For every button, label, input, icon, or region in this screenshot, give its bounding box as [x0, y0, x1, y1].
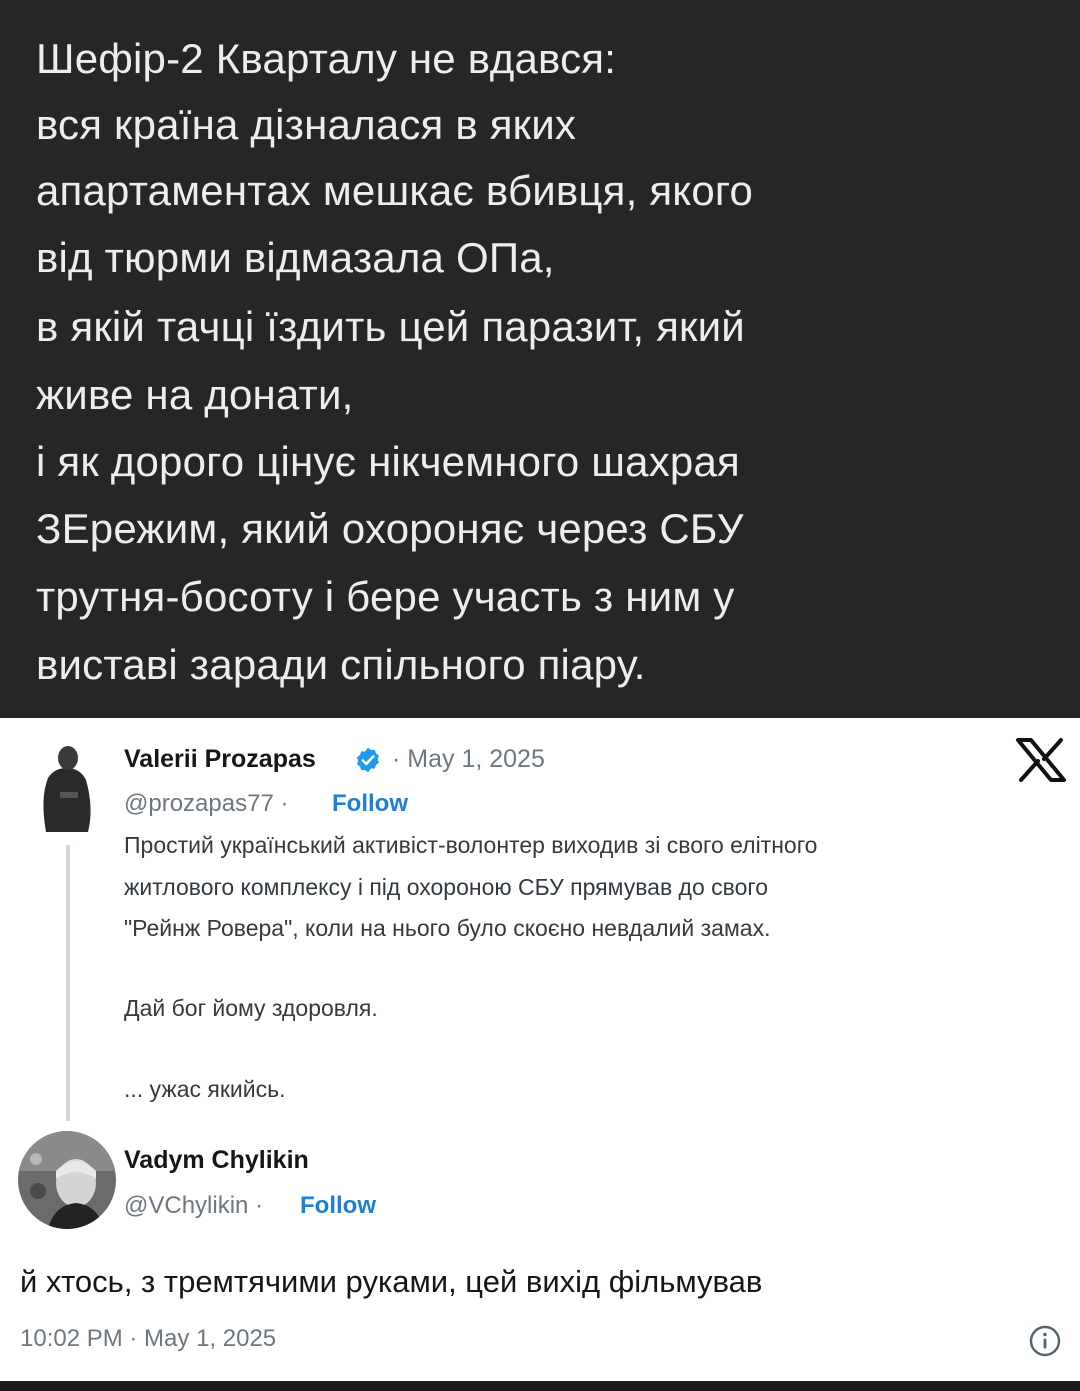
tweet-body-line: ... ужас якийсь. [124, 1076, 286, 1102]
tweet-body-line: житлового комплексу і під охороною СБУ п… [124, 874, 769, 900]
top-post-line: в якій тачці їздить цей паразит, який [36, 303, 745, 350]
reply-author-handle[interactable]: @VChylikin · [124, 1192, 263, 1220]
tweet-body-line: Дай бог йому здоровля. [124, 995, 378, 1021]
top-post-line: від тюрми відмазала ОПа, [36, 234, 555, 281]
author-handle[interactable]: @prozapas77 · [124, 790, 288, 818]
reply-author-name[interactable]: Vadym Chylikin [124, 1146, 309, 1175]
info-icon[interactable] [1028, 1324, 1062, 1363]
top-post-line: Шефір-2 Кварталу не вдався: [36, 35, 617, 82]
x-logo-icon[interactable] [1014, 738, 1068, 787]
reply-follow-button[interactable]: Follow [300, 1192, 376, 1220]
top-post-line: апартаментах мешкає вбивця, якого [36, 167, 754, 214]
avatar[interactable] [36, 738, 98, 832]
tweet-date[interactable]: · May 1, 2025 [392, 745, 545, 774]
top-post-line: і як дорого цінує нікчемного шахрая [36, 438, 740, 485]
tweet-timestamp[interactable]: 10:02 PM · May 1, 2025 [20, 1325, 276, 1353]
top-post-line: трутня-босоту і бере участь з ним у [36, 573, 735, 620]
top-post-line: виставі заради спільного піару. [36, 641, 646, 688]
verified-badge-icon [354, 746, 382, 779]
top-post: Шефір-2 Кварталу не вдався: вся країна д… [0, 0, 1080, 718]
top-post-line: ЗЕрежим, який охороняє через СБУ [36, 505, 744, 552]
follow-button[interactable]: Follow [332, 790, 408, 818]
tweet-body-line: Простий український активіст-волонтер ви… [124, 832, 818, 858]
author-name[interactable]: Valerii Prozapas [124, 745, 316, 774]
avatar[interactable] [18, 1131, 116, 1229]
top-post-line: вся країна дізналася в яких [36, 101, 577, 148]
reply-text: й хтось, з тремтячими руками, цей вихід … [20, 1264, 763, 1299]
top-post-line: живе на донати, [36, 371, 354, 418]
bottom-strip [0, 1381, 1080, 1391]
thread-connector [66, 845, 70, 1121]
tweet-body-line: "Рейнж Ровера", коли на нього було скоєн… [124, 915, 771, 941]
